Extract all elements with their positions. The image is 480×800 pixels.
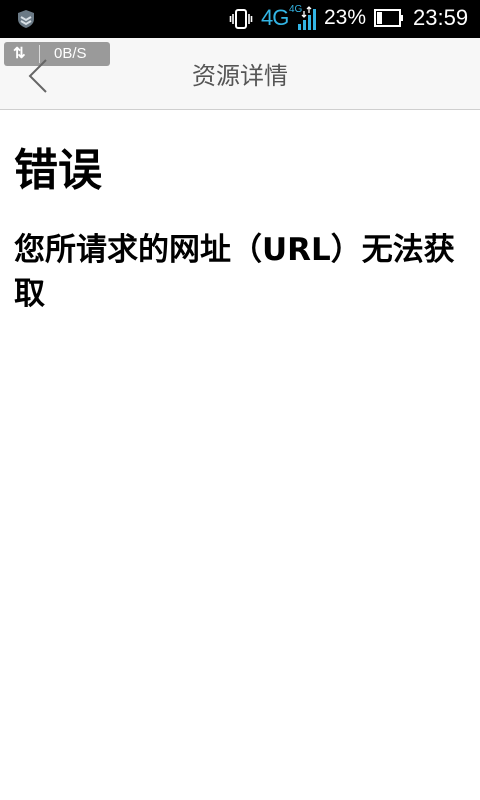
shield-app-icon	[18, 10, 34, 28]
network-type-label: 4G	[261, 5, 289, 30]
error-heading: 错误	[14, 145, 102, 196]
signal-strength-icon	[298, 6, 316, 30]
error-message: 您所请求的网址（URL）无法获取	[14, 232, 455, 312]
battery-icon	[374, 9, 403, 27]
error-content: 错误 您所请求的网址（URL）无法获取	[14, 140, 466, 316]
status-bar: 4G 4G 23% 23:59	[0, 0, 480, 38]
vibrate-icon	[229, 9, 253, 29]
battery-percent: 23%	[324, 6, 367, 29]
app-header: ⇅ 0B/S 资源详情	[0, 38, 480, 110]
status-time: 23:59	[413, 5, 469, 30]
page-title: 资源详情	[192, 62, 288, 90]
